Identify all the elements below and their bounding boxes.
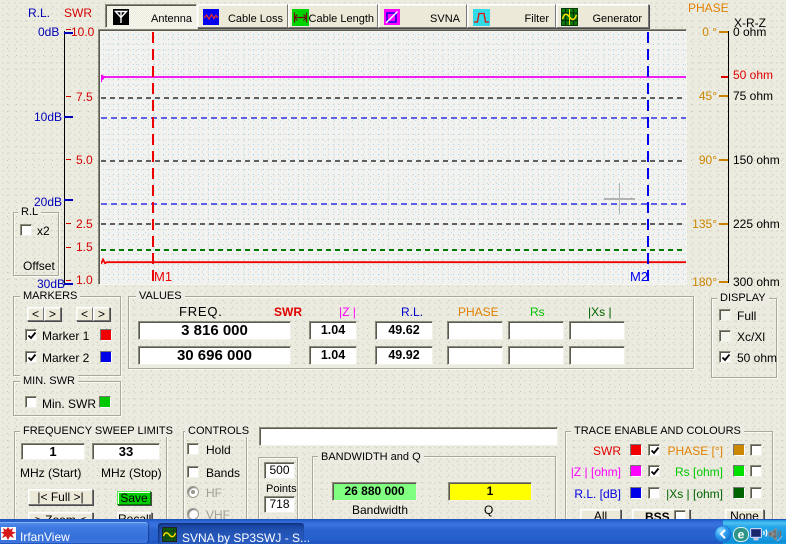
svg-text:e: e (738, 527, 745, 541)
